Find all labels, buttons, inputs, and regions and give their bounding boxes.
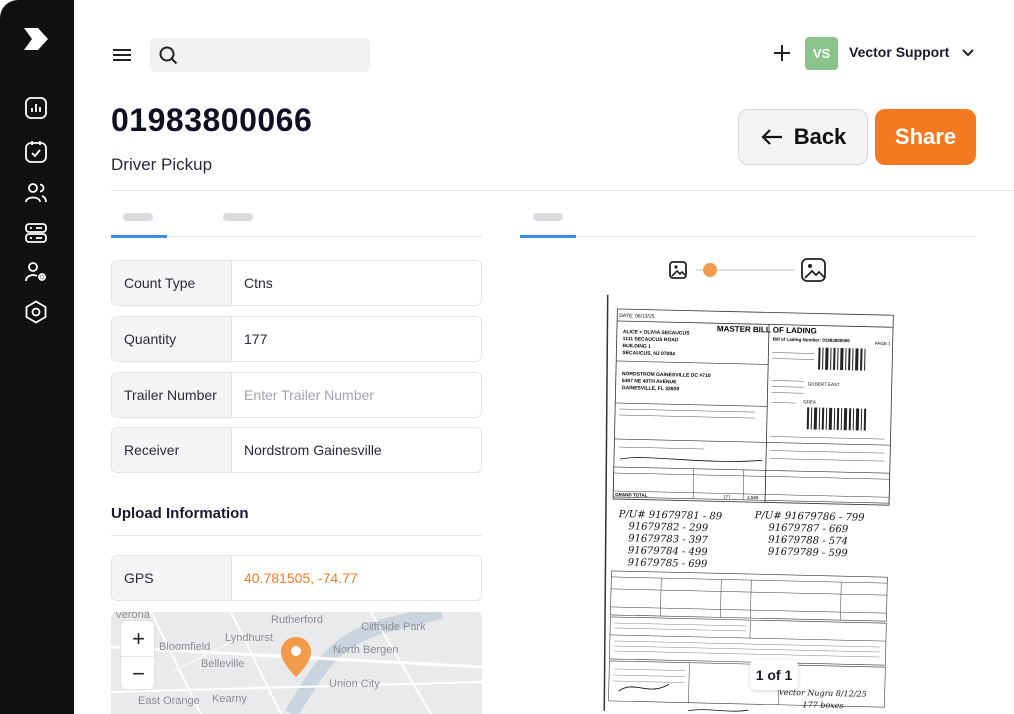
- search-input[interactable]: [150, 38, 370, 72]
- tab-secondary[interactable]: [223, 213, 253, 221]
- tasks-icon: [25, 141, 47, 163]
- doc-handwriting: 91679787 - 669: [768, 522, 849, 535]
- quantity-label: Quantity: [112, 317, 232, 361]
- doc-handwriting: 91679788 - 574: [768, 534, 848, 547]
- servers-icon: [25, 223, 47, 243]
- share-button[interactable]: Share: [875, 109, 976, 165]
- doc-handwriting: 91679783 - 397: [628, 533, 709, 546]
- map-pin-icon: [281, 637, 311, 677]
- trailer-number-label: Trailer Number: [112, 373, 232, 417]
- search-icon: [159, 46, 178, 65]
- map-label: East Orange: [138, 695, 200, 707]
- map-label: Bloomfield: [159, 641, 211, 653]
- count-type-row: Count Type Ctns: [111, 260, 482, 306]
- quantity-value[interactable]: 177: [232, 317, 481, 361]
- user-name[interactable]: Vector Support: [849, 44, 949, 60]
- image-small-icon: [669, 261, 687, 279]
- doc-ship-to-addr1: 5497 NE 40TH AVENUE: [622, 378, 678, 385]
- doc-handwriting: 91679784 - 499: [628, 545, 709, 558]
- bill-of-lading-document[interactable]: DATE: 06/13/25 MASTER BILL OF LADING PAG…: [583, 294, 913, 714]
- gps-label: GPS: [112, 556, 232, 600]
- map-label: Kearny: [212, 693, 247, 705]
- page-subtitle: Driver Pickup: [111, 155, 213, 174]
- page-indicator: 1 of 1: [750, 660, 798, 690]
- menu-icon[interactable]: [112, 47, 132, 63]
- doc-grand-total-label: GRAND TOTAL: [615, 492, 648, 498]
- zoom-out-button[interactable]: −: [121, 656, 156, 691]
- map-label: Cliffside Park: [361, 621, 426, 633]
- sidebar-item-analytics[interactable]: [23, 95, 49, 121]
- gps-row: GPS 40.781505, -74.77: [111, 555, 482, 601]
- doc-total-weight: 4,566: [747, 495, 759, 500]
- tab-active-indicator-right: [520, 235, 576, 238]
- sidebar-item-tasks[interactable]: [23, 139, 49, 165]
- doc-ship-from-addr3: SECAUCUS, NJ 07094: [622, 350, 675, 357]
- count-type-label: Count Type: [112, 261, 232, 305]
- doc-page: PAGE:1: [875, 341, 892, 346]
- plus-icon[interactable]: [771, 42, 793, 64]
- sidebar-item-user-settings[interactable]: [23, 259, 49, 285]
- logo-icon[interactable]: [22, 26, 50, 52]
- receiver-value[interactable]: Nordstrom Gainesville: [232, 428, 481, 472]
- doc-handwriting: 91679785 - 699: [628, 557, 709, 570]
- doc-ship-from-addr1: 1111 SECAUCUS ROAD: [623, 336, 679, 343]
- receiver-row: Receiver Nordstrom Gainesville: [111, 427, 482, 473]
- analytics-icon: [25, 97, 47, 119]
- arrow-left-icon: [761, 129, 782, 145]
- quantity-row: Quantity 177: [111, 316, 482, 362]
- divider: [111, 535, 482, 536]
- zoom-in-button[interactable]: +: [121, 621, 156, 656]
- map-label: Belleville: [201, 658, 245, 670]
- receiver-label: Receiver: [112, 428, 232, 472]
- upload-section-title: Upload Information: [111, 505, 249, 522]
- doc-total-packages: 177: [723, 494, 731, 499]
- page-title: 01983800066: [111, 102, 313, 138]
- doc-date: DATE: 06/13/25: [619, 313, 655, 320]
- image-large-icon: [801, 258, 826, 282]
- back-label: Back: [793, 124, 847, 149]
- sidebar-item-settings[interactable]: [23, 299, 49, 325]
- map-label: Lyndhurst: [225, 632, 273, 644]
- users-icon: [25, 183, 47, 203]
- chevron-down-icon[interactable]: [961, 46, 975, 60]
- tab-details[interactable]: [123, 213, 153, 221]
- map[interactable]: Verona Rutherford Lyndhurst Bloomfield B…: [111, 612, 482, 714]
- tab-document[interactable]: [533, 213, 563, 221]
- map-label: Rutherford: [271, 614, 323, 626]
- user-settings-icon: [25, 262, 46, 282]
- gps-value[interactable]: 40.781505, -74.77: [232, 556, 481, 600]
- sidebar-item-servers[interactable]: [23, 220, 49, 246]
- doc-carrier: GILBERT EAST: [808, 381, 840, 387]
- map-label: Union City: [329, 678, 380, 690]
- hexagon-settings-icon: [25, 300, 47, 324]
- divider: [111, 190, 1014, 191]
- map-label: North Bergen: [333, 644, 399, 656]
- image-size-slider[interactable]: [668, 258, 830, 282]
- count-type-value[interactable]: Ctns: [232, 261, 481, 305]
- tab-active-indicator: [111, 235, 167, 238]
- sidebar: [0, 0, 74, 714]
- doc-footer-note: 177 boxes: [802, 700, 843, 710]
- doc-scac: GDEA: [803, 399, 816, 404]
- trailer-number-row: Trailer Number Enter Trailer Number: [111, 372, 482, 418]
- avatar[interactable]: VS: [805, 37, 838, 70]
- tab-underline-right: [520, 236, 976, 237]
- sidebar-item-users[interactable]: [23, 180, 49, 206]
- trailer-number-input[interactable]: Enter Trailer Number: [232, 373, 481, 417]
- doc-ship-from-addr2: BUILDING 1: [622, 343, 651, 350]
- doc-handwriting: 91679789 - 599: [768, 546, 849, 559]
- map-zoom-controls: + −: [120, 620, 156, 691]
- doc-handwriting: 91679782 - 299: [628, 521, 709, 534]
- back-button[interactable]: Back: [738, 109, 868, 165]
